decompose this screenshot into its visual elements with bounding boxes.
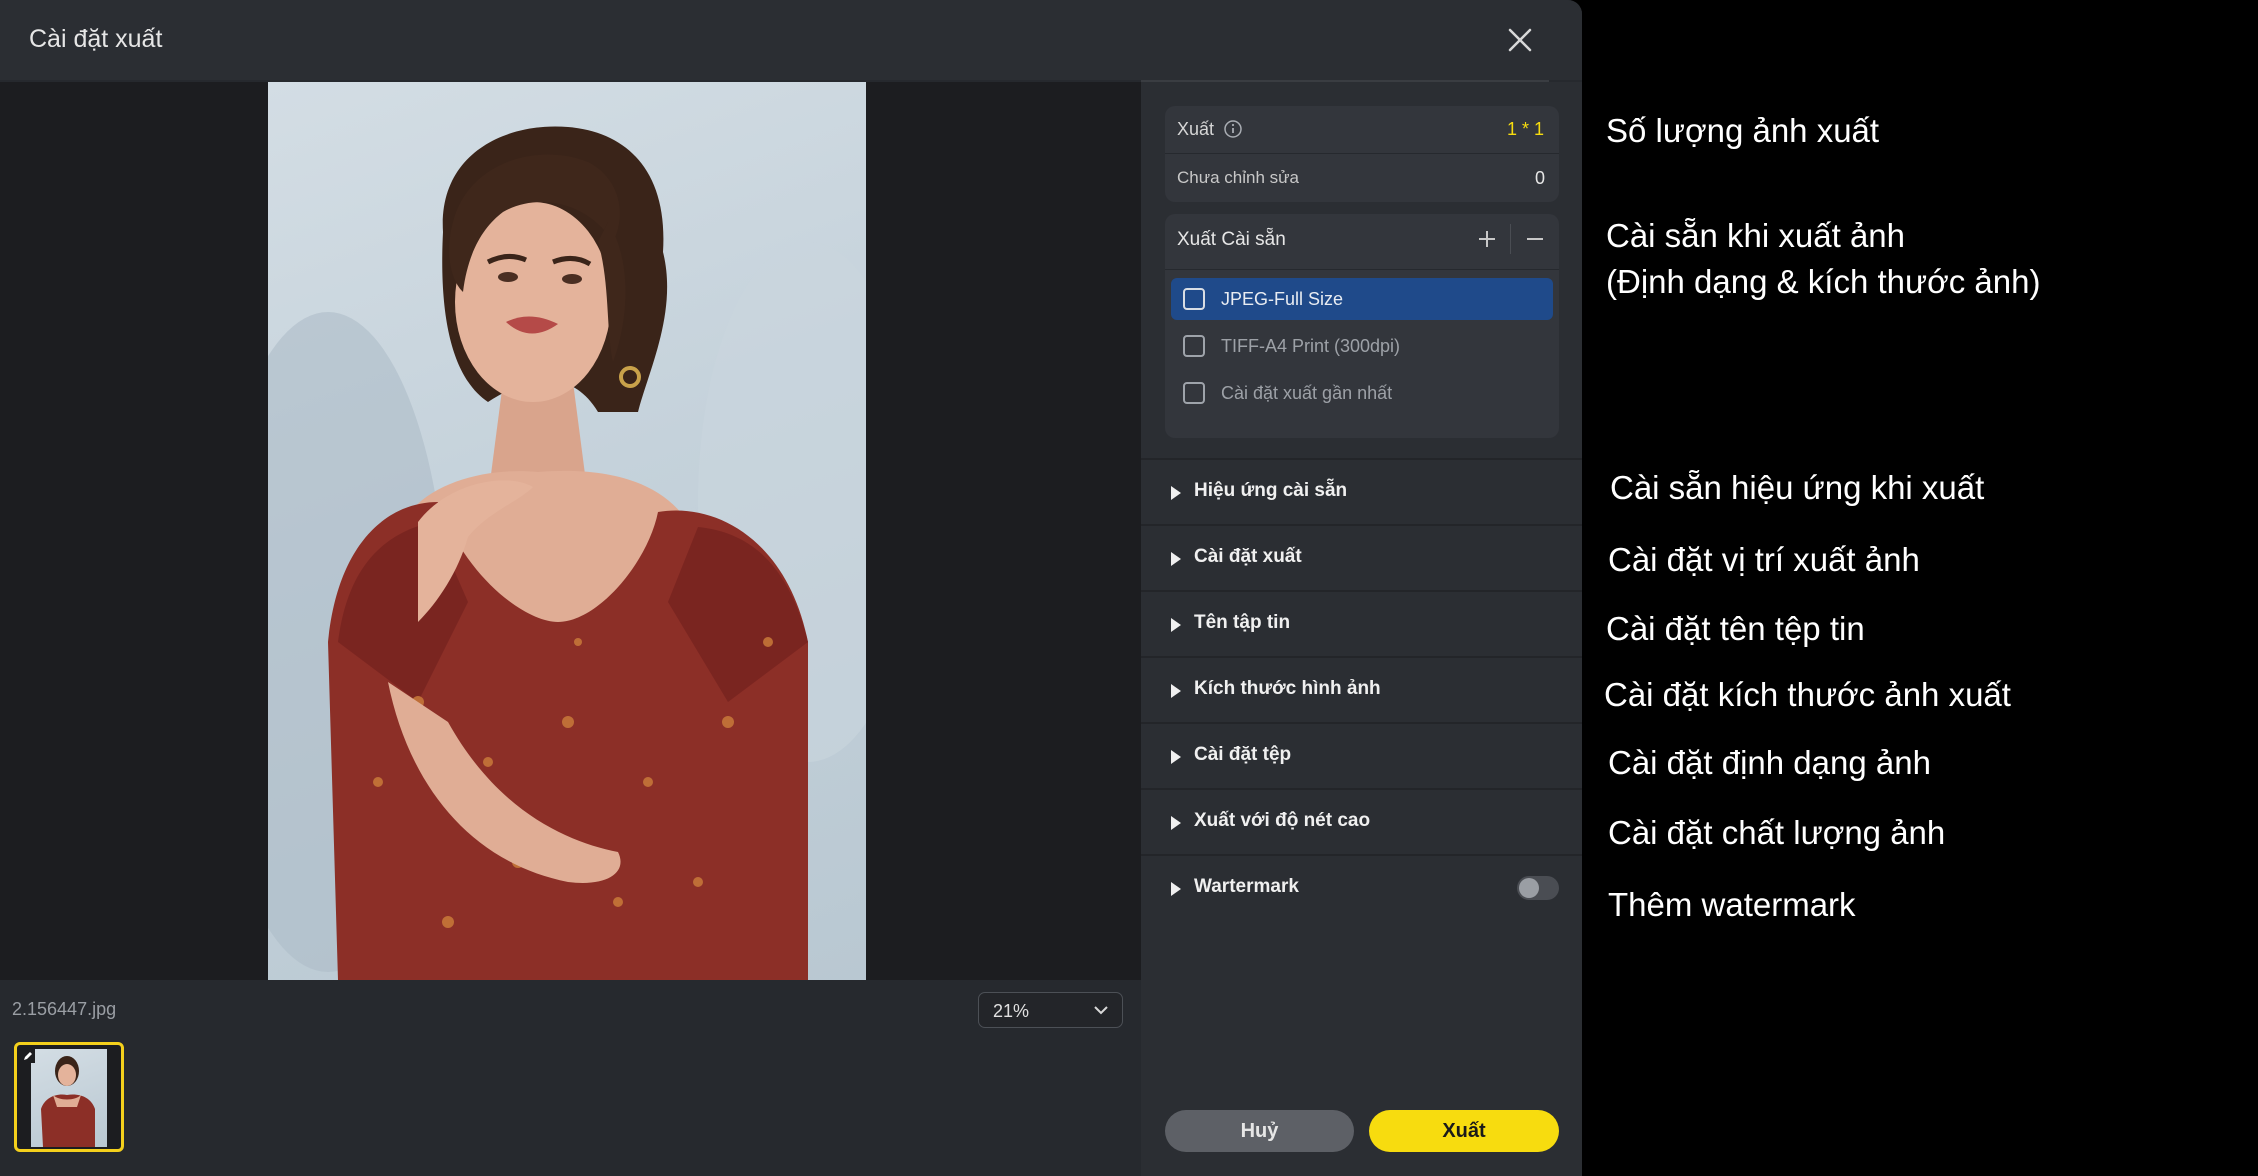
preset-checkbox[interactable] (1183, 382, 1205, 404)
section-effect-presets[interactable]: Hiệu ứng cài sẵn (1141, 458, 1582, 524)
expand-triangle-icon (1171, 750, 1181, 764)
minus-icon (1527, 238, 1543, 240)
unedited-label: Chưa chỉnh sửa (1177, 168, 1299, 187)
annotation-export-location: Cài đặt vị trí xuất ảnh (1608, 541, 1920, 578)
zoom-select[interactable]: 21% (978, 992, 1123, 1028)
section-label: Kích thước hình ảnh (1194, 678, 1381, 699)
section-watermark[interactable]: Wartermark (1141, 854, 1582, 920)
add-preset-button[interactable] (1475, 227, 1499, 251)
preset-checkbox[interactable] (1183, 288, 1205, 310)
expand-triangle-icon (1171, 552, 1181, 566)
chevron-down-icon (1094, 1006, 1108, 1015)
annotation-presets-line1: Cài sẵn khi xuất ảnh (1606, 217, 1906, 254)
unedited-value: 0 (1535, 168, 1546, 188)
plus-icon (1479, 231, 1495, 247)
preset-actions-separator (1510, 224, 1511, 254)
close-icon (1508, 28, 1532, 52)
preset-label: TIFF-A4 Print (300dpi) (1221, 336, 1401, 356)
dialog-titlebar: Cài đặt xuất (0, 0, 1582, 80)
preset-item-jpeg-full-size[interactable]: JPEG-Full Size (1171, 278, 1553, 320)
section-file-name[interactable]: Tên tập tin (1141, 590, 1582, 656)
toggle-knob (1519, 878, 1539, 898)
annotation-file-format: Cài đặt định dạng ảnh (1608, 744, 1931, 781)
section-label: Cài đặt tệp (1194, 744, 1292, 765)
annotation-watermark: Thêm watermark (1608, 886, 1856, 923)
dialog-title: Cài đặt xuất (29, 25, 163, 53)
annotation-export-count: Số lượng ảnh xuất (1606, 112, 1880, 149)
preset-item-recent[interactable]: Cài đặt xuất gần nhất (1171, 372, 1553, 414)
section-label: Cài đặt xuất (1194, 546, 1302, 567)
presets-header-divider (1165, 269, 1559, 270)
preview-photo (268, 82, 866, 980)
image-thumbnail[interactable] (14, 1042, 124, 1152)
annotation-presets-line2: (Định dạng & kích thước ảnh) (1606, 263, 2041, 300)
remove-preset-button[interactable] (1523, 227, 1547, 251)
section-label: Hiệu ứng cài sẵn (1194, 480, 1348, 501)
preset-checkbox[interactable] (1183, 335, 1205, 357)
section-export-location[interactable]: Cài đặt xuất (1141, 524, 1582, 590)
expand-triangle-icon (1171, 486, 1181, 500)
zoom-value: 21% (993, 1001, 1030, 1021)
section-file-settings[interactable]: Cài đặt tệp (1141, 722, 1582, 788)
preset-label: JPEG-Full Size (1221, 289, 1344, 309)
annotation-file-name: Cài đặt tên tệp tin (1606, 610, 1865, 647)
cancel-button[interactable]: Huỷ (1165, 1110, 1354, 1152)
section-label: Wartermark (1194, 876, 1299, 897)
watermark-toggle[interactable] (1517, 876, 1559, 900)
expand-triangle-icon (1171, 882, 1181, 896)
info-icon[interactable] (1223, 119, 1243, 139)
section-high-sharpness[interactable]: Xuất với độ nét cao (1141, 788, 1582, 854)
presets-header: Xuất Cài sẵn (1177, 229, 1286, 250)
section-label: Xuất với độ nét cao (1194, 810, 1371, 831)
edit-pencil-icon (21, 1049, 35, 1063)
summary-divider (1165, 153, 1559, 154)
annotation-quality: Cài đặt chất lượng ảnh (1608, 814, 1946, 851)
annotation-effect-presets: Cài sẵn hiệu ứng khi xuất (1610, 469, 1985, 506)
thumbnail-image (31, 1049, 107, 1147)
expand-triangle-icon (1171, 816, 1181, 830)
section-label: Tên tập tin (1194, 612, 1291, 633)
export-count-label: Xuất (1177, 119, 1215, 139)
export-button[interactable]: Xuất (1369, 1110, 1559, 1152)
section-image-size[interactable]: Kích thước hình ảnh (1141, 656, 1582, 722)
preset-label: Cài đặt xuất gần nhất (1221, 383, 1393, 403)
preset-item-tiff-a4[interactable]: TIFF-A4 Print (300dpi) (1171, 325, 1553, 367)
close-button[interactable] (1502, 22, 1538, 58)
annotation-image-size: Cài đặt kích thước ảnh xuất (1604, 676, 2011, 713)
file-name: 2.156447.jpg (12, 999, 117, 1019)
expand-triangle-icon (1171, 684, 1181, 698)
export-count-value: 1 * 1 (1507, 119, 1545, 139)
expand-triangle-icon (1171, 618, 1181, 632)
